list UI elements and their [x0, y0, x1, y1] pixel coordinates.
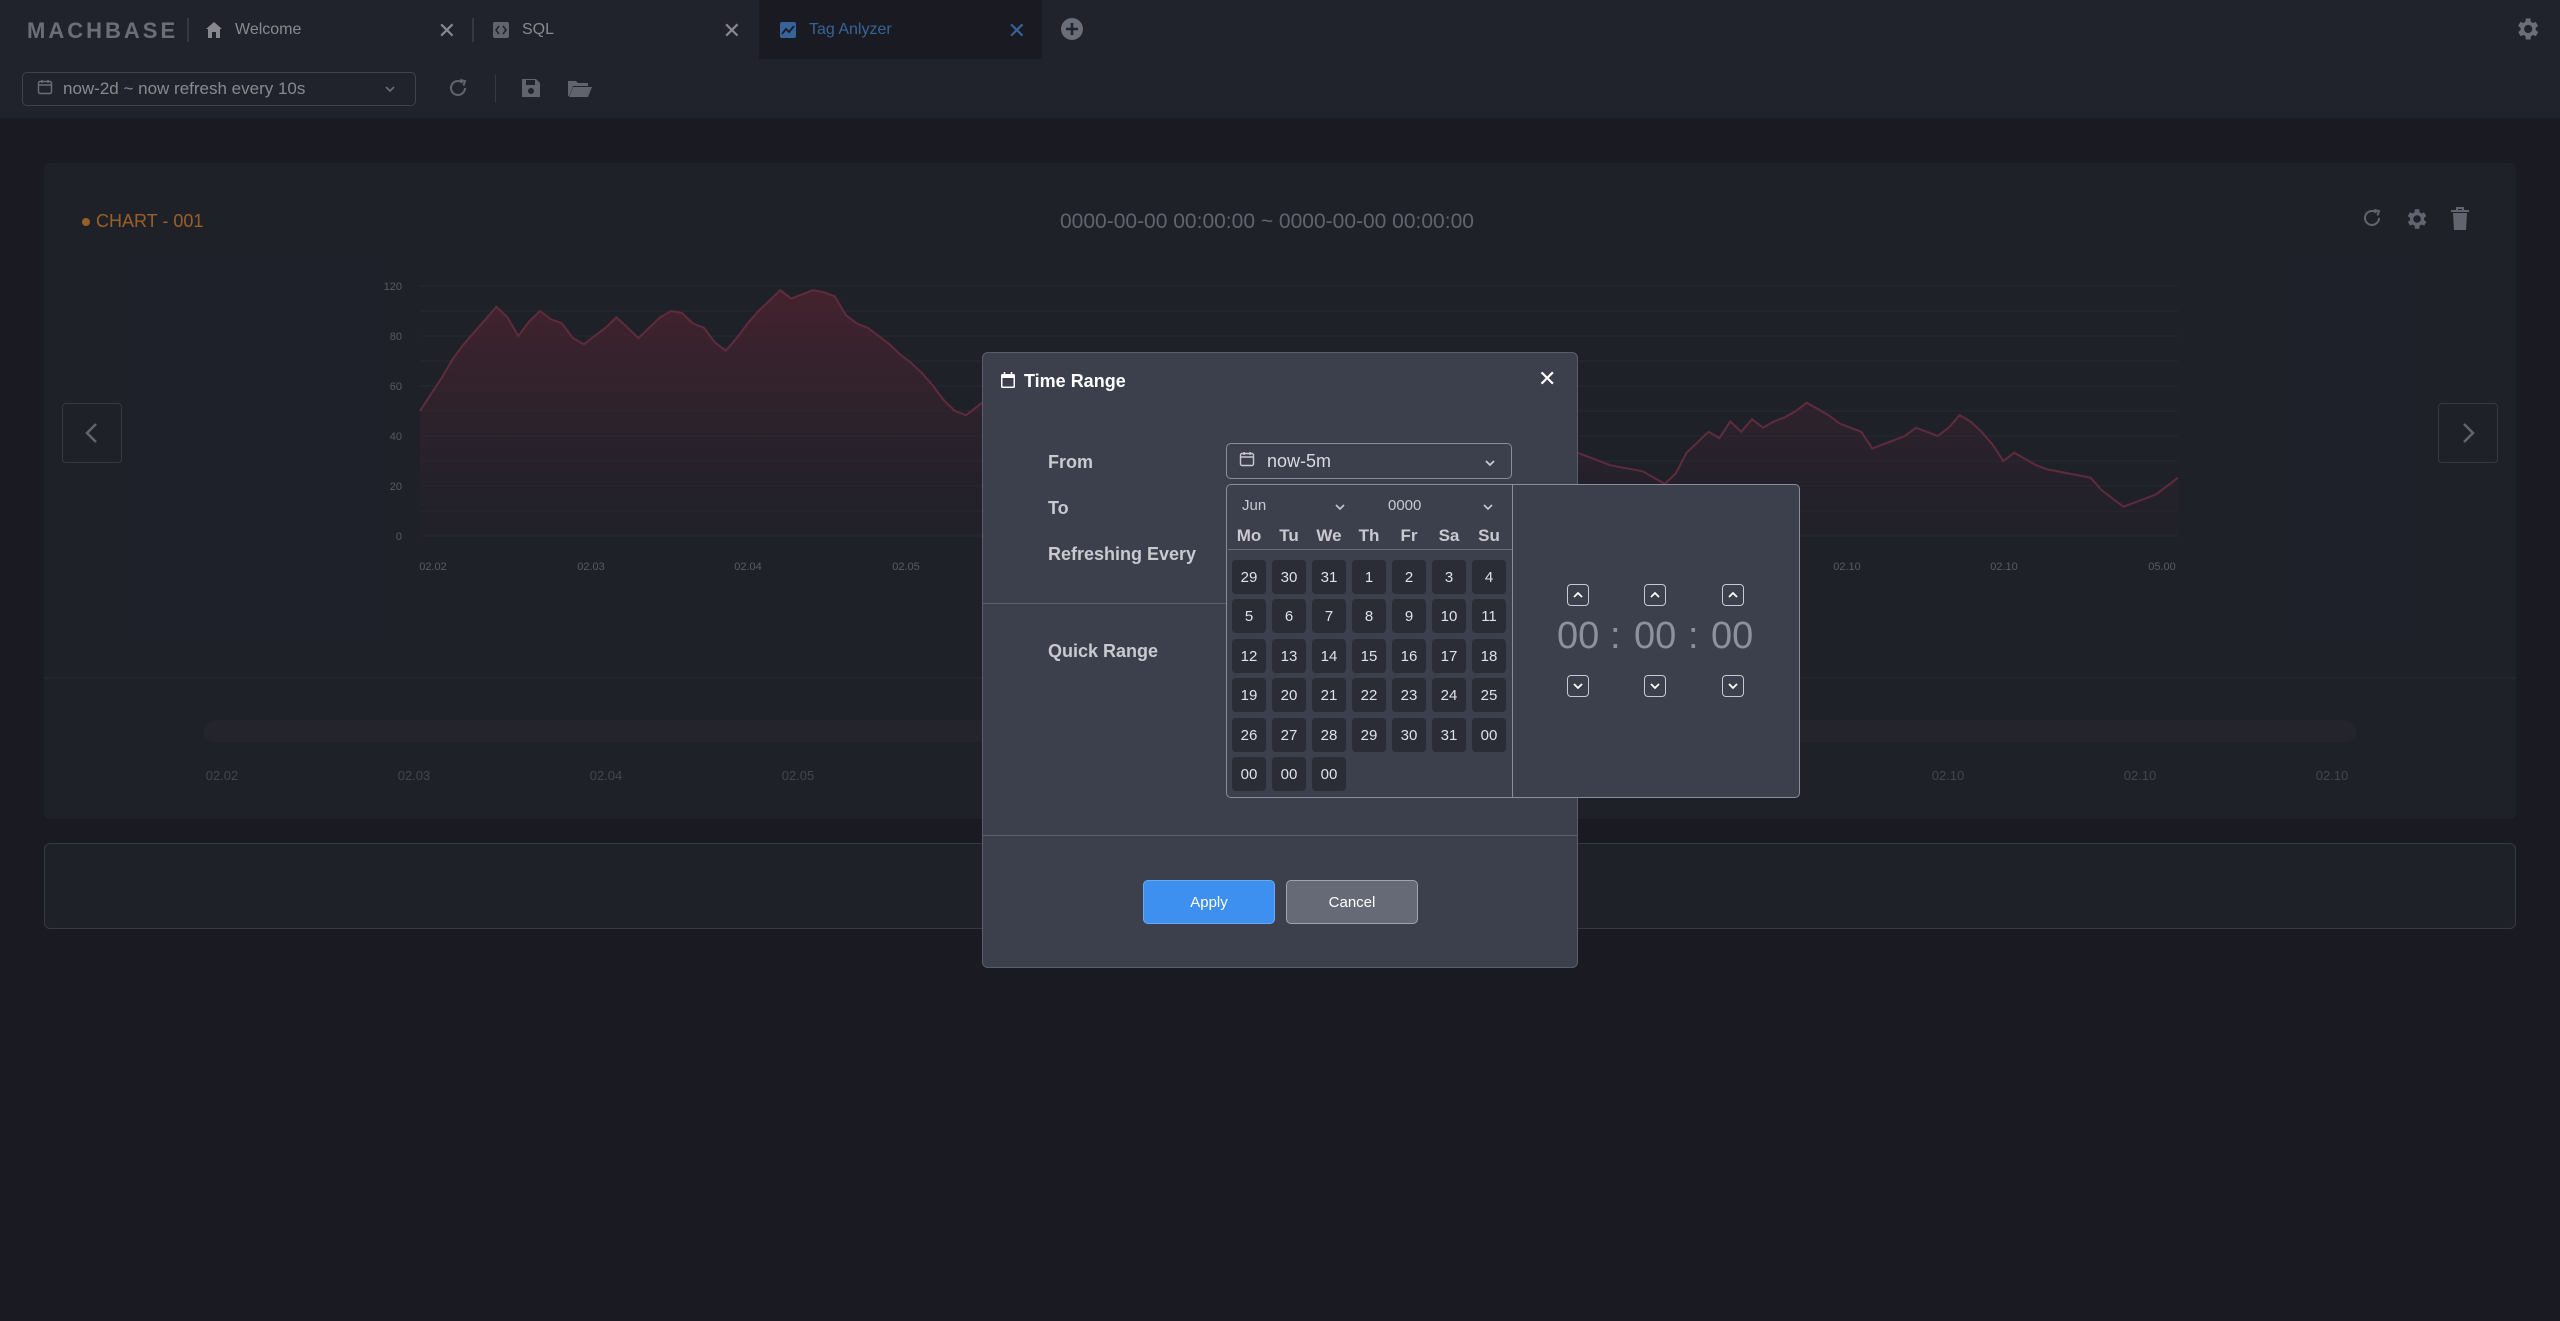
calendar-day[interactable]: 16: [1392, 639, 1426, 673]
from-label: From: [1048, 452, 1093, 472]
from-date-input[interactable]: now-5m: [1226, 443, 1512, 479]
calendar-day[interactable]: 15: [1352, 639, 1386, 673]
calendar-day[interactable]: 25: [1472, 678, 1506, 712]
calendar-day[interactable]: 27: [1272, 718, 1306, 752]
weekday-label: Tu: [1279, 526, 1299, 545]
to-label: To: [1048, 498, 1069, 518]
calendar-day[interactable]: 23: [1392, 678, 1426, 712]
month-select[interactable]: Jun: [1242, 497, 1266, 514]
calendar-day[interactable]: 7: [1312, 599, 1346, 633]
dialog-divider: [983, 835, 1577, 836]
minute-value[interactable]: 00: [1634, 615, 1676, 658]
weekday-label: Mo: [1236, 526, 1262, 545]
weekday-label: Su: [1478, 526, 1500, 545]
quick-range-label: Quick Range: [1048, 641, 1159, 661]
second-down-button[interactable]: [1722, 675, 1744, 697]
from-value: now-5m: [1267, 450, 1332, 471]
calendar-day[interactable]: 6: [1272, 599, 1306, 633]
calendar-day[interactable]: 31: [1432, 718, 1466, 752]
weekday-label: Fr: [1400, 526, 1418, 545]
calendar-day[interactable]: 00: [1232, 757, 1266, 791]
calendar-day[interactable]: 1: [1352, 560, 1386, 594]
dialog-title: Time Range: [1024, 371, 1126, 391]
calendar-day[interactable]: 2: [1392, 560, 1426, 594]
weekday-label: We: [1316, 526, 1342, 545]
year-select[interactable]: 0000: [1388, 497, 1421, 514]
calendar-day[interactable]: 13: [1272, 639, 1306, 673]
minute-up-button[interactable]: [1644, 584, 1666, 606]
calendar-day[interactable]: 5: [1232, 599, 1266, 633]
calendar-day[interactable]: 00: [1312, 757, 1346, 791]
cancel-button[interactable]: Cancel: [1286, 880, 1418, 924]
calendar-day[interactable]: 4: [1472, 560, 1506, 594]
calendar-day[interactable]: 3: [1432, 560, 1466, 594]
calendar-day[interactable]: 24: [1432, 678, 1466, 712]
calendar-day[interactable]: 31: [1312, 560, 1346, 594]
dialog-close-icon[interactable]: ✕: [1538, 366, 1556, 392]
calendar-icon: [1239, 451, 1255, 472]
calendar-day[interactable]: 30: [1392, 718, 1426, 752]
hour-down-button[interactable]: [1567, 675, 1589, 697]
chevron-down-icon: [1483, 454, 1497, 475]
hour-value[interactable]: 00: [1557, 615, 1599, 658]
calendar-day[interactable]: 26: [1232, 718, 1266, 752]
second-value[interactable]: 00: [1711, 615, 1753, 658]
calendar-icon: [1000, 371, 1016, 394]
calendar-day[interactable]: 21: [1312, 678, 1346, 712]
calendar-day[interactable]: 19: [1232, 678, 1266, 712]
calendar-day[interactable]: 30: [1272, 560, 1306, 594]
calendar-day[interactable]: 14: [1312, 639, 1346, 673]
calendar-day[interactable]: 17: [1432, 639, 1466, 673]
calendar-day[interactable]: 20: [1272, 678, 1306, 712]
calendar-day[interactable]: 11: [1472, 599, 1506, 633]
calendar-day[interactable]: 8: [1352, 599, 1386, 633]
time-colon: :: [1610, 615, 1621, 657]
calendar-day[interactable]: 28: [1312, 718, 1346, 752]
picker-divider: [1512, 485, 1513, 797]
apply-button[interactable]: Apply: [1143, 880, 1275, 924]
hour-up-button[interactable]: [1567, 584, 1589, 606]
calendar-day[interactable]: 18: [1472, 639, 1506, 673]
weekday-label: Sa: [1438, 526, 1460, 545]
calendar-day[interactable]: 12: [1232, 639, 1266, 673]
chevron-down-icon[interactable]: [1334, 500, 1346, 518]
calendar-day[interactable]: 00: [1472, 718, 1506, 752]
weekday-divider: [1228, 549, 1512, 550]
calendar-day[interactable]: 29: [1352, 718, 1386, 752]
calendar-day[interactable]: 00: [1272, 757, 1306, 791]
minute-down-button[interactable]: [1644, 675, 1666, 697]
calendar-day[interactable]: 22: [1352, 678, 1386, 712]
calendar-day[interactable]: 29: [1232, 560, 1266, 594]
calendar-day[interactable]: 10: [1432, 599, 1466, 633]
second-up-button[interactable]: [1722, 584, 1744, 606]
refreshing-every-label: Refreshing Every: [1048, 544, 1197, 564]
time-colon: :: [1688, 615, 1699, 657]
calendar-day[interactable]: 9: [1392, 599, 1426, 633]
chevron-down-icon[interactable]: [1482, 500, 1494, 518]
weekday-label: Th: [1358, 526, 1380, 545]
